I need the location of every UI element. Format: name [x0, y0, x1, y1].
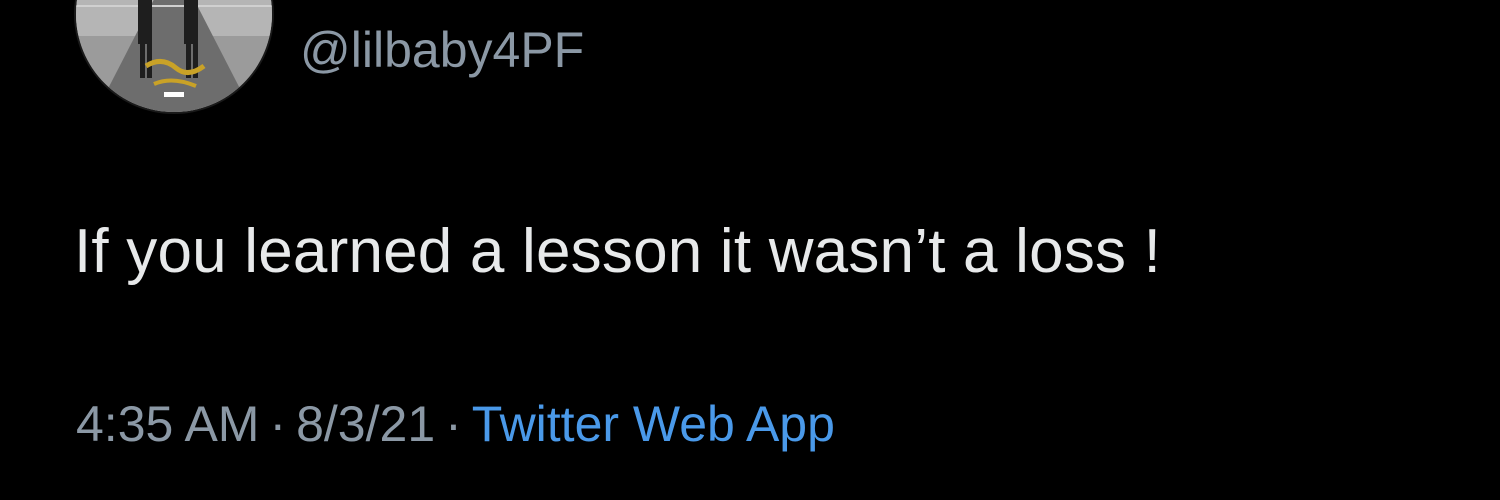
tweet-date[interactable]: 8/3/21: [296, 396, 435, 452]
tweet-card: @lilbaby4PF If you learned a lesson it w…: [0, 0, 1500, 500]
author-handle[interactable]: @lilbaby4PF: [300, 20, 584, 80]
tweet-source-link[interactable]: Twitter Web App: [472, 396, 835, 452]
avatar[interactable]: [76, 0, 272, 112]
meta-separator: ·: [269, 396, 287, 452]
tweet-text: If you learned a lesson it wasn’t a loss…: [74, 217, 1162, 286]
tweet-time[interactable]: 4:35 AM: [76, 396, 259, 452]
meta-separator: ·: [445, 396, 462, 452]
album-cover-avatar-icon: [76, 0, 272, 112]
tweet-metadata: 4:35 AM · 8/3/21 · Twitter Web App: [76, 392, 835, 456]
